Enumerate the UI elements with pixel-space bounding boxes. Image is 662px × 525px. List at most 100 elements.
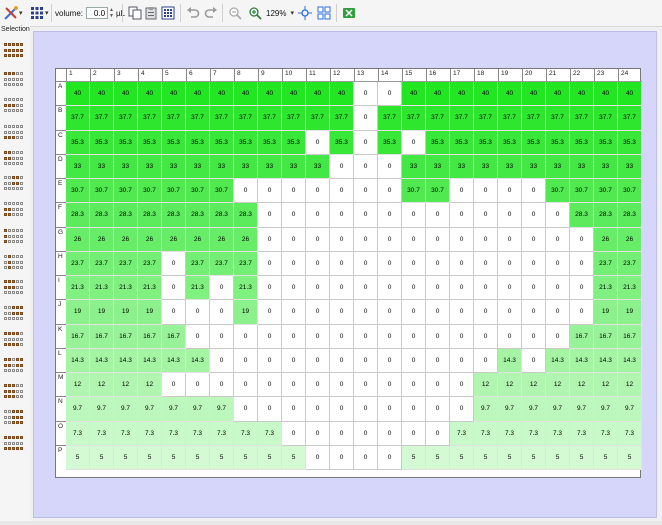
- select-block-12-icon[interactable]: [4, 436, 25, 452]
- well-J9[interactable]: 0: [258, 300, 282, 325]
- well-F12[interactable]: 0: [330, 203, 354, 228]
- well-G11[interactable]: 0: [306, 227, 330, 252]
- well-C19[interactable]: 35.3: [498, 130, 522, 155]
- well-C16[interactable]: 35.3: [426, 130, 450, 155]
- well-P1[interactable]: 5: [66, 445, 90, 470]
- well-L22[interactable]: 14.3: [570, 348, 594, 373]
- well-J13[interactable]: 0: [354, 300, 378, 325]
- row-label[interactable]: F: [56, 202, 66, 226]
- column-label[interactable]: 19: [498, 69, 522, 81]
- well-P6[interactable]: 5: [186, 445, 210, 470]
- well-B18[interactable]: 37.7: [474, 106, 498, 131]
- well-L5[interactable]: 14.3: [162, 348, 186, 373]
- well-A19[interactable]: 40: [498, 82, 522, 107]
- well-C18[interactable]: 35.3: [474, 130, 498, 155]
- well-H14[interactable]: 0: [378, 251, 402, 276]
- well-E3[interactable]: 30.7: [114, 179, 138, 204]
- plate-grid-button[interactable]: [28, 4, 46, 22]
- well-I8[interactable]: 21.3: [234, 276, 258, 301]
- well-O16[interactable]: 0: [426, 421, 450, 446]
- well-O11[interactable]: 0: [306, 421, 330, 446]
- well-C12[interactable]: 35.3: [330, 130, 354, 155]
- select-block-9-icon[interactable]: [4, 358, 25, 374]
- well-F18[interactable]: 0: [474, 203, 498, 228]
- well-G12[interactable]: 0: [330, 227, 354, 252]
- well-O15[interactable]: 0: [402, 421, 426, 446]
- well-M9[interactable]: 0: [258, 373, 282, 398]
- well-N8[interactable]: 0: [234, 397, 258, 422]
- well-H7[interactable]: 23.7: [210, 251, 234, 276]
- well-M18[interactable]: 12: [474, 373, 498, 398]
- well-B22[interactable]: 37.7: [570, 106, 594, 131]
- well-A12[interactable]: 40: [330, 82, 354, 107]
- well-A11[interactable]: 40: [306, 82, 330, 107]
- well-F5[interactable]: 28.3: [162, 203, 186, 228]
- well-L16[interactable]: 0: [426, 348, 450, 373]
- well-D12[interactable]: 0: [330, 154, 354, 179]
- well-P7[interactable]: 5: [210, 445, 234, 470]
- well-A2[interactable]: 40: [90, 82, 114, 107]
- well-J21[interactable]: 0: [546, 300, 570, 325]
- well-K7[interactable]: 0: [210, 324, 234, 349]
- well-D2[interactable]: 33: [90, 154, 114, 179]
- column-label[interactable]: 16: [426, 69, 450, 81]
- well-N17[interactable]: 0: [450, 397, 474, 422]
- select-block-11-icon[interactable]: [4, 410, 25, 426]
- well-N1[interactable]: 9.7: [66, 397, 90, 422]
- well-F8[interactable]: 28.3: [234, 203, 258, 228]
- well-B7[interactable]: 37.7: [210, 106, 234, 131]
- well-O6[interactable]: 7.3: [186, 421, 210, 446]
- well-D14[interactable]: 0: [378, 154, 402, 179]
- zoom-dropdown-caret[interactable]: ▾: [290, 9, 294, 17]
- row-label[interactable]: E: [56, 178, 66, 202]
- select-block-4-icon[interactable]: [4, 229, 25, 245]
- well-M2[interactable]: 12: [90, 373, 114, 398]
- well-P18[interactable]: 5: [474, 445, 498, 470]
- well-P23[interactable]: 5: [594, 445, 618, 470]
- well-K15[interactable]: 0: [402, 324, 426, 349]
- well-C24[interactable]: 35.3: [618, 130, 642, 155]
- well-I20[interactable]: 0: [522, 276, 546, 301]
- well-G16[interactable]: 0: [426, 227, 450, 252]
- row-label[interactable]: C: [56, 129, 66, 154]
- well-G18[interactable]: 0: [474, 227, 498, 252]
- well-H9[interactable]: 0: [258, 251, 282, 276]
- row-label[interactable]: G: [56, 226, 66, 251]
- well-E22[interactable]: 30.7: [570, 179, 594, 204]
- select-all-icon[interactable]: [4, 43, 25, 59]
- well-D6[interactable]: 33: [186, 154, 210, 179]
- well-J3[interactable]: 19: [114, 300, 138, 325]
- well-N24[interactable]: 9.7: [618, 397, 642, 422]
- well-M19[interactable]: 12: [498, 373, 522, 398]
- well-O7[interactable]: 7.3: [210, 421, 234, 446]
- well-O24[interactable]: 7.3: [618, 421, 642, 446]
- well-E10[interactable]: 0: [282, 179, 306, 204]
- well-C10[interactable]: 35.3: [282, 130, 306, 155]
- well-A9[interactable]: 40: [258, 82, 282, 107]
- well-E8[interactable]: 0: [234, 179, 258, 204]
- well-N18[interactable]: 9.7: [474, 397, 498, 422]
- well-C14[interactable]: 35.3: [378, 130, 402, 155]
- well-E4[interactable]: 30.7: [138, 179, 162, 204]
- well-C3[interactable]: 35.3: [114, 130, 138, 155]
- well-J10[interactable]: 0: [282, 300, 306, 325]
- well-J12[interactable]: 0: [330, 300, 354, 325]
- well-E16[interactable]: 30.7: [426, 179, 450, 204]
- column-label[interactable]: 6: [186, 69, 210, 81]
- well-G6[interactable]: 26: [186, 227, 210, 252]
- zoom-level[interactable]: 129% ▾: [266, 4, 294, 22]
- well-B15[interactable]: 37.7: [402, 106, 426, 131]
- well-I5[interactable]: 0: [162, 276, 186, 301]
- well-G21[interactable]: 0: [546, 227, 570, 252]
- well-I15[interactable]: 0: [402, 276, 426, 301]
- well-F24[interactable]: 28.3: [618, 203, 642, 228]
- well-O20[interactable]: 7.3: [522, 421, 546, 446]
- well-P8[interactable]: 5: [234, 445, 258, 470]
- column-label[interactable]: 2: [90, 69, 114, 81]
- well-G15[interactable]: 0: [402, 227, 426, 252]
- well-N15[interactable]: 0: [402, 397, 426, 422]
- well-B1[interactable]: 37.7: [66, 106, 90, 131]
- well-N16[interactable]: 0: [426, 397, 450, 422]
- well-I19[interactable]: 0: [498, 276, 522, 301]
- well-P20[interactable]: 5: [522, 445, 546, 470]
